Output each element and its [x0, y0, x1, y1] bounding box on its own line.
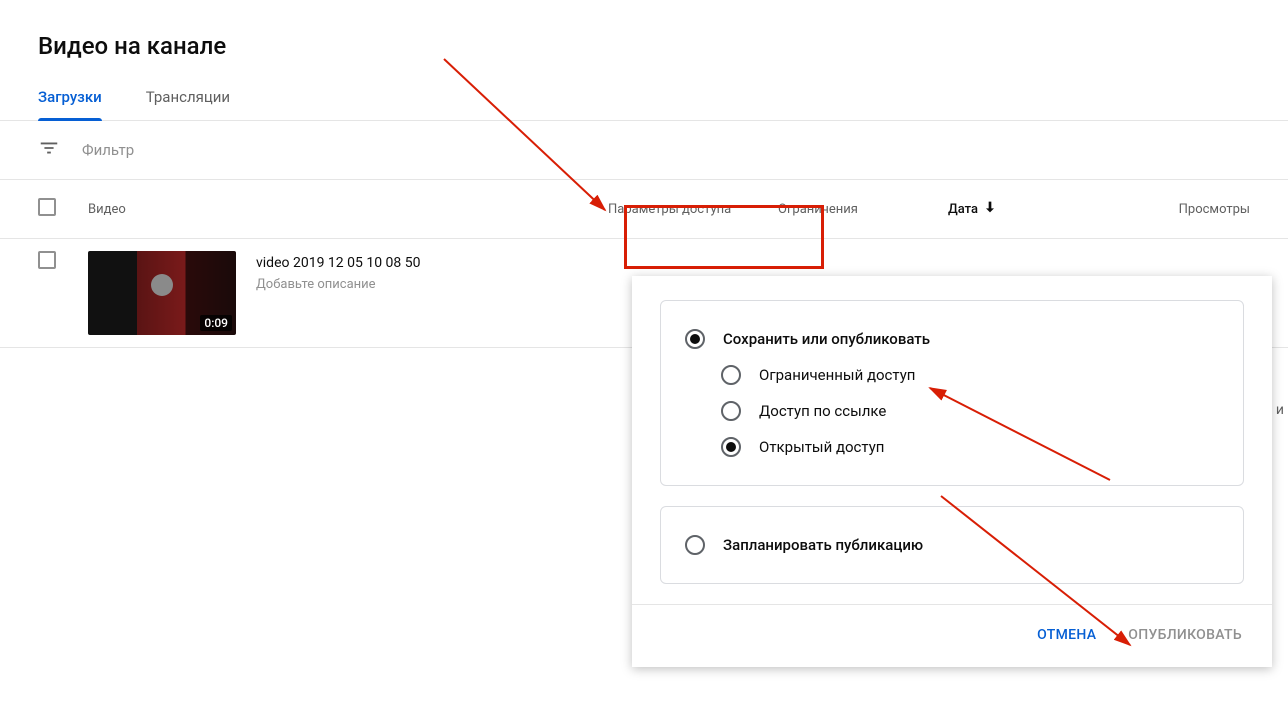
column-video[interactable]: Видео — [88, 202, 608, 217]
truncated-text: и — [1276, 402, 1284, 418]
video-duration: 0:09 — [200, 315, 232, 331]
column-date-label: Дата — [948, 202, 978, 217]
column-views[interactable]: Просмотры — [1058, 202, 1250, 217]
header-checkbox-cell — [38, 198, 88, 220]
arrow-down-icon — [982, 199, 998, 219]
radio-label: Открытый доступ — [759, 438, 884, 456]
thumbnail-logo — [151, 274, 173, 296]
publish-button[interactable]: ОПУБЛИКОВАТЬ — [1126, 621, 1244, 649]
video-thumbnail[interactable]: 0:09 — [88, 251, 236, 335]
radio-label: Доступ по ссылке — [759, 402, 886, 420]
visibility-popup: Сохранить или опубликовать Ограниченный … — [632, 276, 1272, 667]
filter-icon — [38, 137, 60, 163]
tabs: Загрузки Трансляции — [0, 60, 1288, 121]
page-title: Видео на канале — [0, 0, 1288, 60]
radio-icon — [685, 329, 705, 349]
publish-panel: Сохранить или опубликовать Ограниченный … — [660, 300, 1244, 486]
row-checkbox-cell — [38, 251, 88, 273]
cancel-button[interactable]: ОТМЕНА — [1035, 621, 1098, 649]
video-description[interactable]: Добавьте описание — [256, 277, 420, 292]
radio-unlisted[interactable]: Доступ по ссылке — [685, 393, 1219, 429]
radio-icon — [685, 535, 705, 555]
column-date[interactable]: Дата — [948, 199, 1058, 219]
row-checkbox[interactable] — [38, 251, 56, 269]
radio-icon — [721, 401, 741, 421]
schedule-panel: Запланировать публикацию — [660, 506, 1244, 584]
radio-label: Запланировать публикацию — [723, 536, 923, 554]
select-all-checkbox[interactable] — [38, 198, 56, 216]
radio-private[interactable]: Ограниченный доступ — [685, 357, 1219, 393]
table-header: Видео Параметры доступа Ограничения Дата… — [0, 180, 1288, 239]
popup-actions: ОТМЕНА ОПУБЛИКОВАТЬ — [632, 604, 1272, 667]
radio-icon — [721, 365, 741, 385]
column-access[interactable]: Параметры доступа — [608, 202, 778, 217]
radio-label: Ограниченный доступ — [759, 366, 915, 384]
video-title[interactable]: video 2019 12 05 10 08 50 — [256, 255, 420, 271]
radio-public[interactable]: Открытый доступ — [685, 429, 1219, 465]
radio-schedule[interactable]: Запланировать публикацию — [685, 527, 1219, 563]
radio-icon — [721, 437, 741, 457]
filter-label: Фильтр — [82, 141, 134, 159]
filter-bar[interactable]: Фильтр — [0, 121, 1288, 180]
tab-uploads[interactable]: Загрузки — [38, 88, 102, 120]
radio-save-or-publish[interactable]: Сохранить или опубликовать — [685, 321, 1219, 357]
tab-live[interactable]: Трансляции — [146, 88, 230, 120]
column-restrictions[interactable]: Ограничения — [778, 202, 948, 217]
radio-label: Сохранить или опубликовать — [723, 330, 930, 348]
